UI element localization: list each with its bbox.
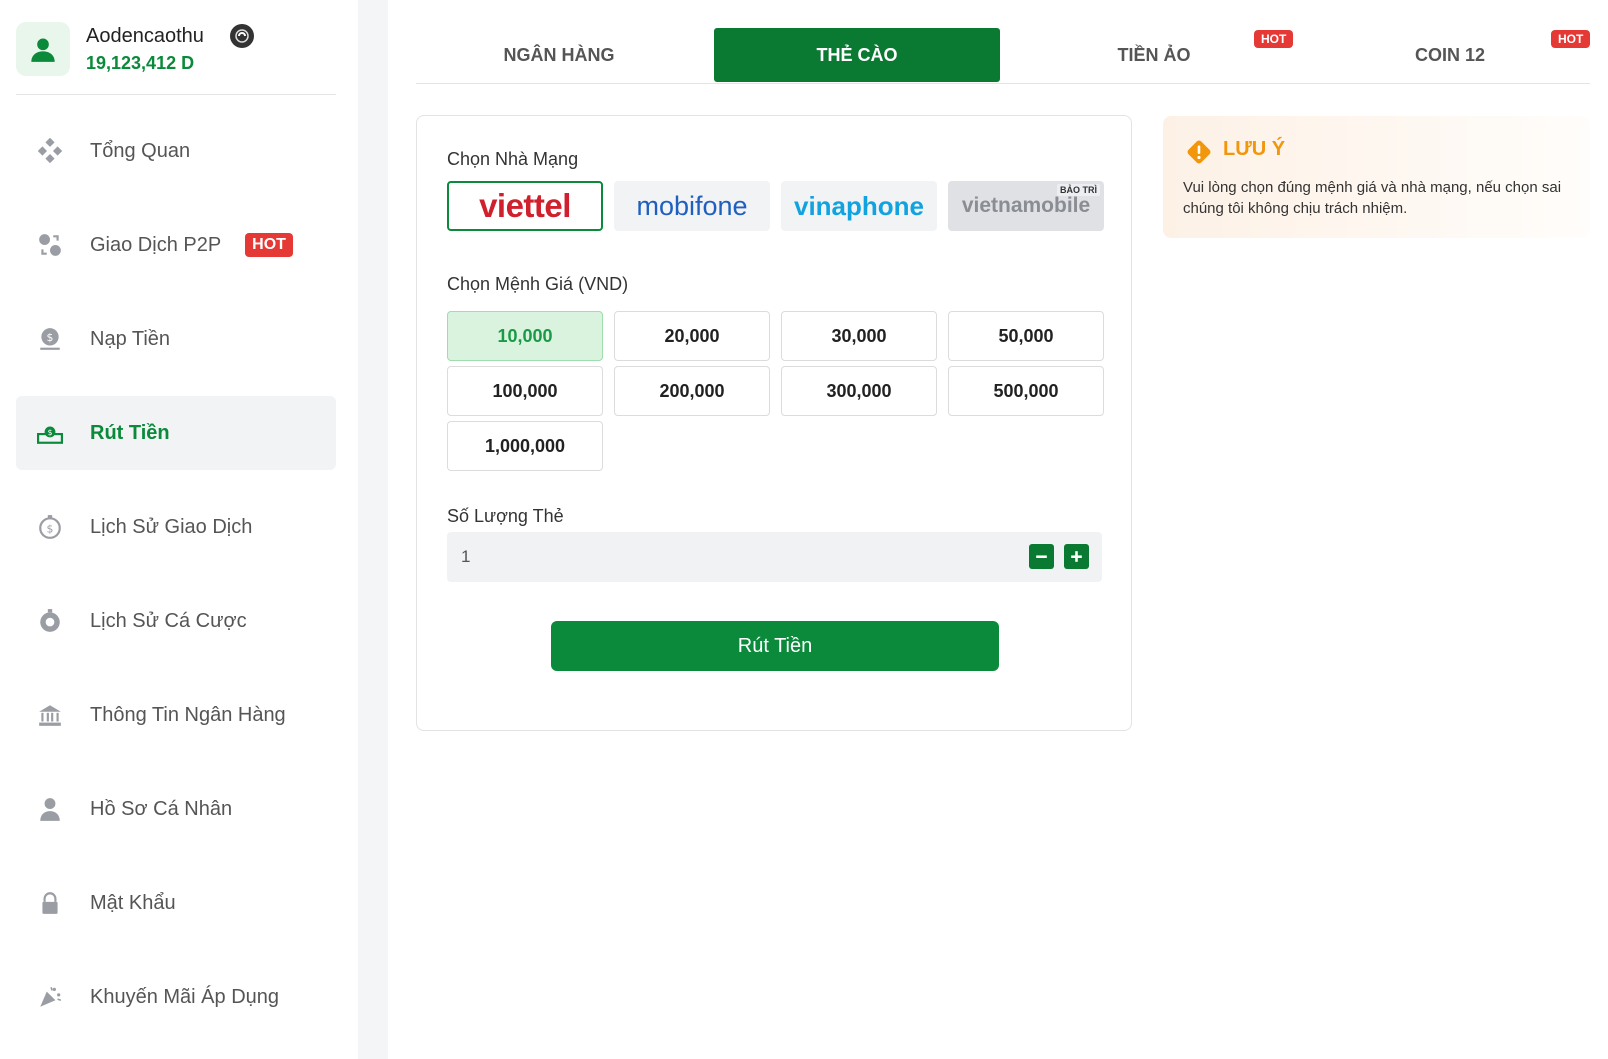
denomination-option[interactable]: 50,000 bbox=[948, 311, 1104, 361]
denomination-option[interactable]: 200,000 bbox=[614, 366, 770, 416]
denomination-value: 500,000 bbox=[993, 380, 1059, 401]
tab-label: TIỀN ẢO bbox=[1117, 44, 1191, 65]
bank-icon bbox=[36, 701, 64, 729]
sidebar-item-label: Nạp Tiền bbox=[90, 327, 171, 350]
notice-panel: LƯU Ý Vui lòng chọn đúng mệnh giá và nhà… bbox=[1163, 116, 1590, 238]
denomination-label: Chọn Mệnh Giá (VND) bbox=[447, 274, 629, 294]
carrier-vinaphone[interactable]: vinaphone bbox=[781, 181, 937, 231]
sidebar-item-label: Mật Khẩu bbox=[90, 891, 176, 914]
tab-label: NGÂN HÀNG bbox=[503, 44, 615, 65]
dashboard-icon bbox=[36, 137, 64, 165]
transaction-history-icon: $ bbox=[36, 513, 64, 541]
sidebar-item-transaction-history[interactable]: $ Lịch Sử Giao Dịch bbox=[16, 490, 336, 564]
denomination-value: 50,000 bbox=[998, 325, 1054, 346]
maintenance-badge: BẢO TRÌ bbox=[1057, 184, 1100, 196]
carrier-viettel[interactable]: viettel bbox=[447, 181, 603, 231]
denomination-value: 100,000 bbox=[492, 380, 558, 401]
sidebar-item-label: Lịch Sử Giao Dịch bbox=[90, 515, 253, 538]
sidebar-item-promotions[interactable]: Khuyến Mãi Áp Dụng bbox=[16, 960, 336, 1034]
warning-icon bbox=[1187, 140, 1211, 164]
hot-badge: HOT bbox=[245, 233, 293, 257]
carrier-logo: viettel bbox=[479, 187, 571, 224]
notice-text: Vui lòng chọn đúng mệnh giá và nhà mạng,… bbox=[1183, 179, 1562, 217]
denomination-option[interactable]: 300,000 bbox=[781, 366, 937, 416]
avatar[interactable] bbox=[16, 22, 70, 76]
denomination-value: 1,000,000 bbox=[484, 435, 566, 456]
user-balance: 19,123,412 D bbox=[86, 53, 195, 73]
username: Aodencaothu bbox=[86, 25, 204, 47]
notice-title: LƯU Ý bbox=[1223, 138, 1286, 160]
sidebar-item-label: Giao Dịch P2P bbox=[90, 233, 222, 256]
deposit-icon: $ bbox=[36, 325, 64, 353]
denomination-option[interactable]: 1,000,000 bbox=[447, 421, 603, 471]
denomination-option[interactable]: 30,000 bbox=[781, 311, 937, 361]
denomination-option[interactable]: 10,000 bbox=[447, 311, 603, 361]
sidebar-item-label: Hồ Sơ Cá Nhân bbox=[90, 797, 233, 820]
denomination-value: 20,000 bbox=[664, 325, 720, 346]
button-label: Rút Tiền bbox=[737, 634, 813, 657]
promotion-icon bbox=[36, 983, 64, 1011]
increment-button[interactable] bbox=[1064, 544, 1089, 569]
sidebar-item-label: Thông Tin Ngân Hàng bbox=[90, 703, 286, 726]
tab-label: THẺ CÀO bbox=[816, 44, 898, 65]
tabs-divider bbox=[416, 83, 1590, 84]
quantity-stepper[interactable]: 1 bbox=[447, 532, 1102, 582]
quantity-value[interactable]: 1 bbox=[461, 547, 470, 567]
sidebar-item-p2p[interactable]: Giao Dịch P2P HOT bbox=[16, 208, 336, 282]
sidebar-item-password[interactable]: Mật Khẩu bbox=[16, 866, 336, 940]
denomination-value: 200,000 bbox=[659, 380, 725, 401]
denomination-option[interactable]: 100,000 bbox=[447, 366, 603, 416]
sidebar-item-label: Rút Tiền bbox=[90, 421, 170, 444]
svg-text:$: $ bbox=[48, 428, 53, 437]
withdraw-submit-button[interactable]: Rút Tiền bbox=[551, 621, 999, 671]
tab-bank[interactable]: NGÂN HÀNG bbox=[416, 28, 702, 82]
denomination-value: 10,000 bbox=[497, 325, 553, 346]
carrier-mobifone[interactable]: mobifone bbox=[614, 181, 770, 231]
denomination-value: 30,000 bbox=[831, 325, 887, 346]
denomination-option[interactable]: 20,000 bbox=[614, 311, 770, 361]
scratch-card-form: Chọn Nhà Mạng viettel mobifone vinaphone… bbox=[416, 115, 1132, 731]
plus-icon bbox=[1071, 551, 1082, 562]
svg-text:$: $ bbox=[47, 331, 54, 344]
user-info: Aodencaothu 19,123,412 D bbox=[16, 22, 336, 94]
bet-history-icon bbox=[36, 607, 64, 635]
tab-label: COIN 12 bbox=[1414, 44, 1486, 65]
lock-icon bbox=[36, 889, 64, 917]
sidebar-item-profile[interactable]: Hồ Sơ Cá Nhân bbox=[16, 772, 336, 846]
carrier-label: Chọn Nhà Mạng bbox=[447, 149, 579, 169]
vip-coin-icon[interactable] bbox=[230, 24, 254, 48]
carrier-vietnamobile: vietnamobile BẢO TRÌ bbox=[948, 181, 1104, 231]
sidebar-item-overview[interactable]: Tổng Quan bbox=[16, 114, 336, 188]
sidebar-item-label: Tổng Quan bbox=[90, 139, 191, 162]
sidebar-item-bank-info[interactable]: Thông Tin Ngân Hàng bbox=[16, 678, 336, 752]
sidebar-item-deposit[interactable]: $ Nạp Tiền bbox=[16, 302, 336, 376]
svg-text:$: $ bbox=[47, 522, 54, 535]
decrement-button[interactable] bbox=[1029, 544, 1054, 569]
quantity-label: Số Lượng Thẻ bbox=[447, 506, 564, 526]
sidebar-item-label: Lịch Sử Cá Cược bbox=[90, 609, 247, 632]
withdraw-method-tabs: NGÂN HÀNG THẺ CÀO TIỀN ẢO HOT COIN 12 HO… bbox=[416, 26, 1591, 84]
carrier-logo: mobifone bbox=[636, 190, 748, 221]
sidebar-item-label: Khuyến Mãi Áp Dụng bbox=[90, 985, 280, 1008]
sidebar-item-bet-history[interactable]: Lịch Sử Cá Cược bbox=[16, 584, 336, 658]
user-icon bbox=[31, 38, 55, 62]
profile-icon bbox=[36, 795, 64, 823]
minus-icon bbox=[1036, 555, 1047, 558]
carrier-logo: vinaphone bbox=[793, 190, 924, 221]
denomination-value: 300,000 bbox=[826, 380, 892, 401]
withdraw-icon: $ bbox=[36, 419, 64, 447]
carrier-logo: vietnamobile bbox=[961, 194, 1091, 217]
denomination-option[interactable]: 500,000 bbox=[948, 366, 1104, 416]
hot-badge: HOT bbox=[1551, 30, 1591, 48]
sidebar-item-withdraw[interactable]: $ Rút Tiền bbox=[16, 396, 336, 470]
divider bbox=[16, 94, 336, 95]
tab-scratch-card[interactable]: THẺ CÀO bbox=[714, 28, 1000, 82]
p2p-exchange-icon bbox=[36, 231, 64, 259]
hot-badge: HOT bbox=[1254, 30, 1294, 48]
sidebar: Aodencaothu 19,123,412 D Tổng Quan Giao … bbox=[0, 0, 358, 1059]
sidebar-gutter bbox=[358, 0, 388, 1059]
